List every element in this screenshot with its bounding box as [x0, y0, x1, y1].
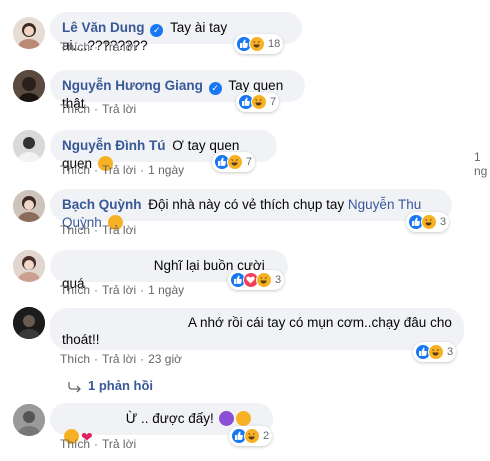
avatar-image: [18, 23, 40, 49]
like-button[interactable]: Thích: [60, 223, 90, 237]
haha-reaction-icon: [249, 36, 265, 52]
avatar[interactable]: [13, 17, 45, 49]
side-time: 1 ng: [474, 150, 488, 178]
avatar-image: [13, 190, 45, 222]
comment-actions: Thích · Trả lời: [60, 223, 136, 237]
separator: ·: [140, 283, 145, 297]
avatar-image: [13, 307, 45, 339]
comment-bubble: Bạch Quỳnh Đội nhà này có vẻ thích chụp …: [50, 189, 452, 230]
comment-actions: Thích · Trả lời: [60, 40, 136, 54]
comment-actions: Thích · Trả lời · 1 ngày: [60, 283, 184, 297]
reaction-summary[interactable]: 3: [413, 342, 457, 362]
like-button[interactable]: Thích: [60, 352, 90, 366]
reply-button[interactable]: Trả lời: [102, 352, 136, 366]
reaction-count: 7: [270, 96, 277, 108]
separator: ·: [94, 163, 99, 177]
separator: ·: [94, 283, 99, 297]
separator: ·: [94, 437, 99, 451]
comment-author[interactable]: Lê Văn Dung: [62, 20, 145, 35]
haha-reaction-icon: [227, 154, 243, 170]
comment-bubble: A nhớ rồi cái tay có mụn cơm..chạy đâu c…: [50, 308, 464, 350]
avatar[interactable]: [13, 250, 45, 282]
separator: ·: [94, 102, 99, 116]
like-button[interactable]: Thích: [60, 163, 90, 177]
redacted-author: [62, 258, 144, 270]
avatar[interactable]: [13, 404, 45, 436]
like-button[interactable]: Thích: [60, 40, 90, 54]
like-button[interactable]: Thích: [60, 437, 90, 451]
verified-badge-icon: ✓: [150, 24, 164, 37]
separator: ·: [140, 352, 145, 366]
reply-button[interactable]: Trả lời: [102, 223, 136, 237]
reaction-count: 2: [263, 430, 270, 442]
separator: ·: [94, 352, 99, 366]
comment-text: Ừ .. được đấy!: [125, 411, 214, 426]
separator: ·: [140, 163, 145, 177]
avatar[interactable]: [13, 130, 45, 162]
haha-reaction-icon: [244, 428, 260, 444]
comment-actions: Thích · Trả lời: [60, 437, 136, 451]
haha-reaction-icon: [251, 94, 267, 110]
replies-count-link[interactable]: 1 phản hồi: [88, 378, 153, 393]
comment-time[interactable]: 1 ngày: [148, 283, 184, 297]
avatar-image: [13, 250, 45, 282]
reply-button[interactable]: Trả lời: [102, 102, 136, 116]
reaction-summary[interactable]: 7: [236, 92, 280, 112]
reaction-summary[interactable]: 3: [406, 212, 450, 232]
comment-actions: Thích · Trả lời · 23 giờ: [60, 352, 182, 366]
comment-text: Đội nhà này có vẻ thích chụp tay: [148, 197, 345, 212]
like-button[interactable]: Thích: [60, 102, 90, 116]
avatar[interactable]: [13, 307, 45, 339]
comment-time[interactable]: 1 ngày: [148, 163, 184, 177]
comment-time[interactable]: 23 giờ: [148, 352, 182, 366]
reaction-count: 3: [275, 274, 282, 286]
separator: ·: [94, 223, 99, 237]
devil-emoji-icon: [219, 411, 235, 426]
comment-author[interactable]: Nguyễn Hương Giang: [62, 78, 203, 93]
comment-actions: Thích · Trả lời · 1 ngày: [60, 163, 184, 177]
like-button[interactable]: Thích: [60, 283, 90, 297]
reaction-count: 3: [447, 346, 454, 358]
verified-badge-icon: ✓: [208, 82, 222, 95]
redacted-author: [62, 411, 118, 423]
haha-reaction-icon: [428, 344, 444, 360]
separator: ·: [94, 40, 99, 54]
reaction-count: 7: [246, 156, 253, 168]
reply-arrow-icon: [68, 382, 81, 393]
reply-button[interactable]: Trả lời: [102, 437, 136, 451]
comment-text: A nhớ rồi cái tay có mụn cơm..chạy đâu c…: [188, 315, 452, 330]
comment-author[interactable]: Bạch Quỳnh: [62, 197, 142, 212]
reply-button[interactable]: Trả lời: [102, 283, 136, 297]
redacted-author: [62, 315, 182, 327]
reaction-summary[interactable]: 3: [228, 270, 285, 290]
comment-author[interactable]: Nguyễn Đình Tú: [62, 138, 166, 153]
haha-reaction-icon: [421, 214, 437, 230]
comment-text-line-2: thoát!!: [62, 332, 100, 347]
reply-button[interactable]: Trả lời: [102, 163, 136, 177]
avatar[interactable]: [13, 70, 45, 102]
avatar-image: [13, 404, 45, 436]
reaction-summary[interactable]: 2: [229, 426, 273, 446]
comment-actions: Thích · Trả lời: [60, 102, 136, 116]
laughing-emoji-icon: [236, 411, 252, 426]
reply-button[interactable]: Trả lời: [102, 40, 136, 54]
avatar[interactable]: [13, 190, 45, 222]
comment-line-1: A nhớ rồi cái tay có mụn cơm..chạy đâu c…: [62, 314, 452, 331]
reaction-count: 18: [268, 38, 281, 50]
haha-reaction-icon: [256, 272, 272, 288]
reaction-summary[interactable]: 7: [212, 152, 256, 172]
reaction-count: 3: [440, 216, 447, 228]
reaction-summary[interactable]: 18: [234, 34, 284, 54]
avatar-image: [13, 70, 45, 102]
avatar-image: [13, 130, 45, 162]
